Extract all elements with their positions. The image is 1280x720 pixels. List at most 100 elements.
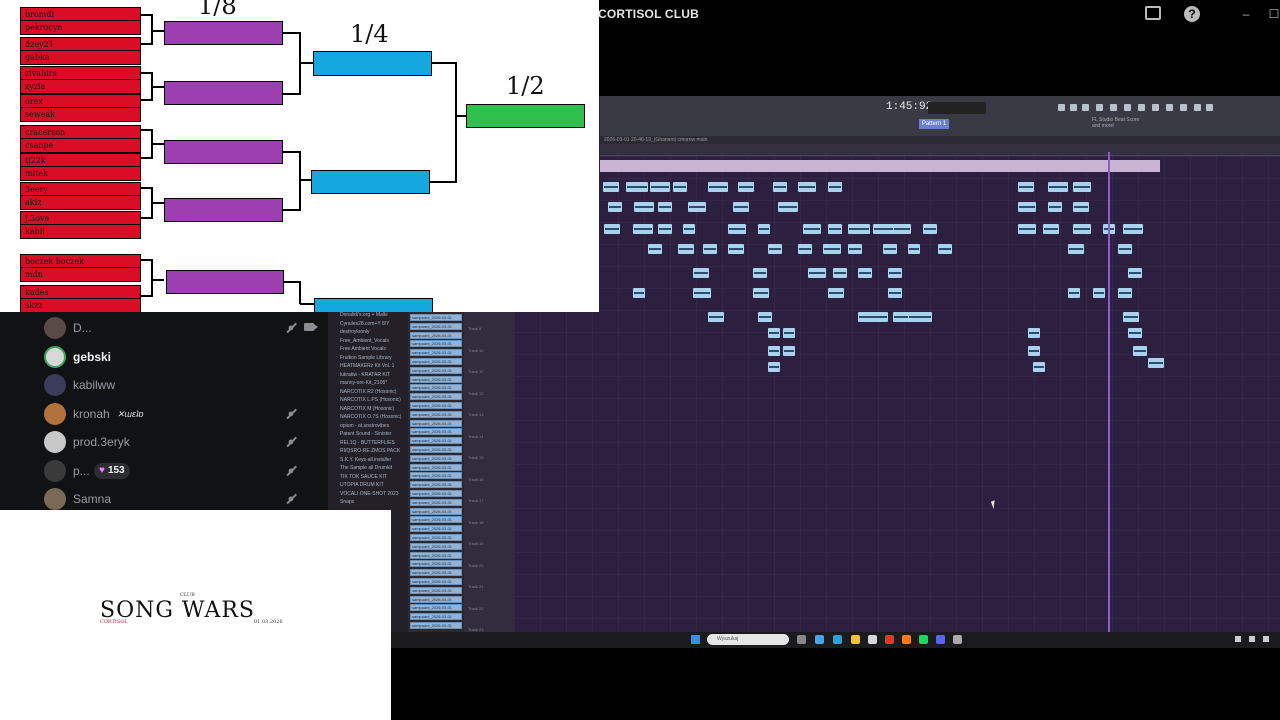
- audio-clip[interactable]: [758, 312, 772, 322]
- audio-clip[interactable]: [688, 202, 706, 212]
- track-label[interactable]: Track 14: [468, 434, 483, 439]
- metronome-button[interactable]: [1096, 104, 1103, 111]
- audio-clip[interactable]: [753, 288, 769, 298]
- inbox-icon[interactable]: [1145, 6, 1161, 20]
- audio-clip[interactable]: [1048, 182, 1068, 192]
- browser-folder[interactable]: VOCALI ONE-SHOT 2023: [340, 491, 406, 498]
- audio-clip[interactable]: [1018, 202, 1036, 212]
- browser-folder[interactable]: NARCOTIX L.PS (Hosonic): [340, 397, 406, 404]
- track-label[interactable]: Track 9: [468, 326, 481, 331]
- audio-clip[interactable]: [1118, 244, 1132, 254]
- audio-clip[interactable]: [848, 244, 862, 254]
- audio-clip[interactable]: [1068, 288, 1080, 298]
- audio-clip[interactable]: [703, 244, 717, 254]
- audio-clip[interactable]: [708, 312, 724, 322]
- browser-folder[interactable]: Cynules28.com+Y 8/Y: [340, 321, 406, 328]
- audio-clip[interactable]: [778, 202, 798, 212]
- tool-button[interactable]: [1138, 104, 1145, 111]
- clip-item[interactable]: sampuani_2026-03-01: [410, 340, 462, 348]
- track-label[interactable]: Track 10: [468, 348, 483, 353]
- clip-item[interactable]: sampuani_2026-03-01: [410, 419, 462, 427]
- clip-item[interactable]: sampuani_2026-03-01: [410, 525, 462, 533]
- audio-clip[interactable]: [783, 328, 795, 338]
- clip-item[interactable]: sampuani_2026-03-01: [410, 622, 462, 629]
- spotify-icon[interactable]: [919, 635, 928, 644]
- audio-clip[interactable]: [828, 224, 842, 234]
- clip-item[interactable]: sampuani_2026-03-01: [410, 463, 462, 471]
- edge-icon[interactable]: [833, 635, 842, 644]
- help-icon[interactable]: ?: [1184, 6, 1200, 22]
- audio-clip[interactable]: [848, 224, 870, 234]
- tool-button[interactable]: [1180, 104, 1187, 111]
- clip-item[interactable]: sampuani_2026-03-01: [410, 551, 462, 559]
- browser-folder[interactable]: The Sample all Drumkit: [340, 465, 406, 472]
- play-button[interactable]: [1058, 104, 1065, 111]
- audio-clip[interactable]: [1073, 224, 1091, 234]
- clip-item[interactable]: sampuani_2026-03-01: [410, 446, 462, 453]
- tool-button[interactable]: [1206, 104, 1213, 111]
- clip-item[interactable]: sampuani_2026-03-01: [410, 578, 462, 585]
- audio-clip[interactable]: [883, 244, 897, 254]
- maximize-icon[interactable]: ☐: [1266, 6, 1280, 22]
- tool-button[interactable]: [1194, 104, 1201, 111]
- audio-clip[interactable]: [658, 202, 672, 212]
- minimize-icon[interactable]: –: [1238, 6, 1254, 22]
- audio-clip[interactable]: [828, 288, 844, 298]
- browser-folder[interactable]: lukratiw - KRATAR KIT: [340, 372, 406, 379]
- audio-clip[interactable]: [1128, 328, 1142, 338]
- browser-folder[interactable]: Snaps: [340, 499, 406, 506]
- audio-clip[interactable]: [1028, 346, 1040, 356]
- clip-item[interactable]: sampuani_2026-03-01: [410, 437, 462, 445]
- audio-clip[interactable]: [650, 182, 670, 192]
- clip-item[interactable]: sampuani_2026-03-01: [410, 595, 462, 603]
- audio-clip[interactable]: [828, 182, 842, 192]
- playhead[interactable]: [1108, 152, 1110, 632]
- audio-clip[interactable]: [798, 182, 816, 192]
- audio-clip[interactable]: [1133, 346, 1147, 356]
- audio-clip[interactable]: [888, 288, 902, 298]
- audio-clip[interactable]: [1028, 328, 1040, 338]
- audio-clip[interactable]: [768, 328, 780, 338]
- audio-clip[interactable]: [603, 182, 619, 192]
- audio-clip[interactable]: [893, 224, 911, 234]
- explorer-icon[interactable]: [851, 635, 860, 644]
- voice-member[interactable]: kabilww: [44, 374, 324, 398]
- app-icon[interactable]: [815, 635, 824, 644]
- clip-item[interactable]: sampuani_2026-03-01: [410, 402, 462, 409]
- voice-member[interactable]: prod.3eryk ●: [44, 431, 324, 455]
- audio-clip[interactable]: [1128, 268, 1142, 278]
- audio-clip[interactable]: [1043, 224, 1059, 234]
- clip-item[interactable]: sampuani_2026-03-01: [410, 560, 462, 568]
- clip-item[interactable]: sampuani_2026-03-01: [410, 366, 462, 374]
- clip-item[interactable]: sampuani_2026-03-01: [410, 375, 462, 383]
- audio-clip[interactable]: [908, 244, 920, 254]
- audio-clip[interactable]: [678, 244, 694, 254]
- clip-item[interactable]: sampuani_2026-03-01: [410, 454, 462, 462]
- clip-item[interactable]: sampuani_2026-03-01: [410, 428, 462, 436]
- audio-clip[interactable]: [888, 268, 902, 278]
- tool-button[interactable]: [1124, 104, 1131, 111]
- browser-folder[interactable]: RI/QSRO-RE.ZMOS PACK: [340, 448, 406, 455]
- audio-clip[interactable]: [773, 182, 787, 192]
- clip-item[interactable]: sampuani_2026-03-01: [410, 586, 462, 594]
- browser-folder[interactable]: manny-ore-Kit_2105*: [340, 380, 406, 387]
- track-label[interactable]: Track 22: [468, 606, 483, 611]
- opera-icon[interactable]: [885, 635, 894, 644]
- clip-item[interactable]: sampuani_2026-03-01: [410, 358, 462, 365]
- voice-member[interactable]: p... ♥ 153 ●: [44, 459, 324, 484]
- clip-item[interactable]: sampuani_2026-03-01: [410, 604, 462, 612]
- audio-clip[interactable]: [938, 244, 952, 254]
- audio-clip[interactable]: [633, 224, 653, 234]
- audio-clip[interactable]: [738, 182, 754, 192]
- audio-clip[interactable]: [604, 224, 620, 234]
- browser-folder[interactable]: TIK TOK SAUCE KIT: [340, 474, 406, 481]
- timeline-ruler[interactable]: [600, 144, 1280, 156]
- browser-folder[interactable]: UTOPIA DRUM KIT: [340, 482, 406, 489]
- track-label[interactable]: Track 20: [468, 563, 483, 568]
- browser-folder[interactable]: Patent Sound - Sinister: [340, 431, 406, 438]
- clip-item[interactable]: sampuani_2026-03-01: [410, 507, 462, 515]
- track-label[interactable]: Track 17: [468, 498, 483, 503]
- clip-item[interactable]: sampuani_2026-03-01: [410, 534, 462, 541]
- audio-clip[interactable]: [803, 224, 821, 234]
- audio-clip[interactable]: [683, 224, 695, 234]
